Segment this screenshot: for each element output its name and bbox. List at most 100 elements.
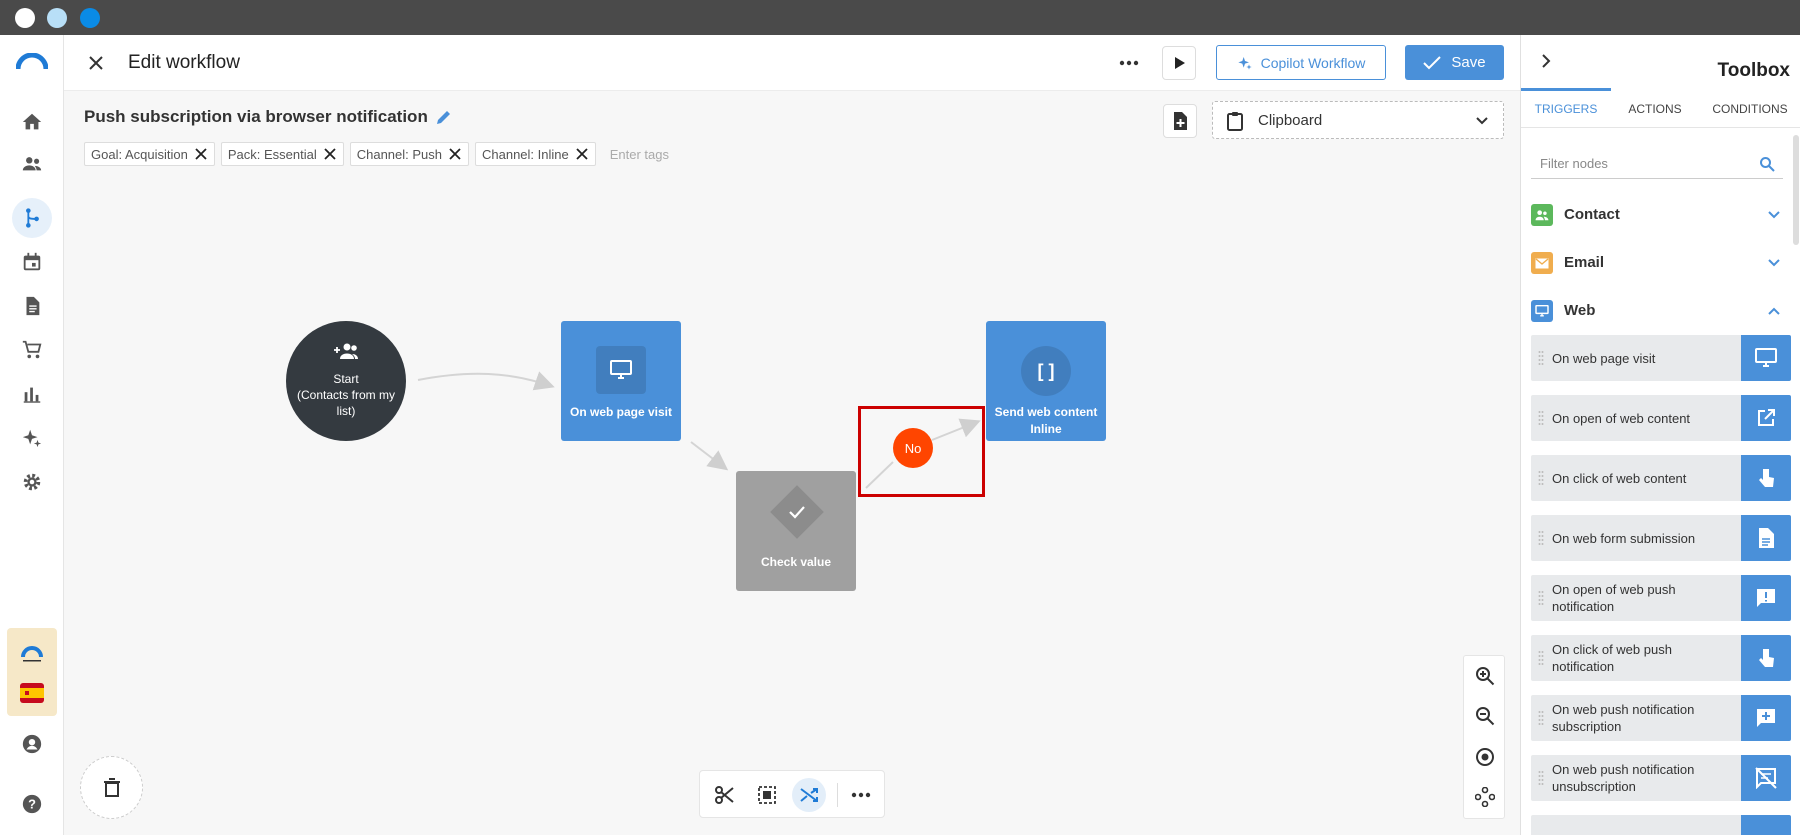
editor-header: Edit workflow Copilot Workflow Save xyxy=(64,35,1520,91)
nav-calendar[interactable] xyxy=(12,242,52,282)
nav-documents[interactable] xyxy=(12,286,52,326)
fit-nodes-button[interactable] xyxy=(1473,785,1497,809)
send-web-content-node[interactable]: [ ] Send web content Inline xyxy=(986,321,1106,441)
window-titlebar xyxy=(0,0,1800,35)
close-icon[interactable] xyxy=(323,147,337,161)
category-contact[interactable]: Contact xyxy=(1531,201,1786,231)
close-icon[interactable] xyxy=(194,147,208,161)
select-all-button[interactable] xyxy=(750,778,784,812)
account-badge[interactable] xyxy=(7,628,57,716)
category-email[interactable]: Email xyxy=(1531,249,1786,279)
close-icon[interactable] xyxy=(575,147,589,161)
nav-ai[interactable] xyxy=(12,418,52,458)
tags-bar: Goal: Acquisition Pack: Essential Channe… xyxy=(84,142,669,166)
toolbox-item-open-web-push[interactable]: On open of web push notification xyxy=(1531,575,1791,621)
pencil-icon[interactable] xyxy=(435,108,453,126)
start-node[interactable]: Start (Contacts from my list) xyxy=(286,321,406,441)
toolbox-item-label: On web page visit xyxy=(1552,350,1656,366)
clipboard-label: Clipboard xyxy=(1258,112,1323,129)
canvas-toolbar xyxy=(699,770,885,818)
drag-handle-icon[interactable] xyxy=(1538,410,1544,426)
drag-handle-icon[interactable] xyxy=(1538,350,1544,366)
drag-handle-icon[interactable] xyxy=(1538,470,1544,486)
tags-input[interactable]: Enter tags xyxy=(610,147,669,162)
start-node-line: Start xyxy=(333,372,359,386)
auto-layout-button[interactable] xyxy=(792,778,826,812)
chat-plus-icon xyxy=(1741,695,1791,741)
toolbox-item-click-web-push[interactable]: On click of web push notification xyxy=(1531,635,1791,681)
toolbox-panel: Toolbox TRIGGERS ACTIONS CONDITIONS Filt… xyxy=(1520,35,1800,835)
cut-button[interactable] xyxy=(708,778,742,812)
chevron-right-icon[interactable] xyxy=(1536,51,1556,71)
drag-handle-icon[interactable] xyxy=(1538,650,1544,666)
tab-conditions[interactable]: CONDITIONS xyxy=(1699,90,1800,128)
toolbox-item-click-web-content[interactable]: On click of web content xyxy=(1531,455,1791,501)
zoom-out-button[interactable] xyxy=(1473,704,1497,728)
clipboard-dropdown[interactable]: Clipboard xyxy=(1212,101,1504,139)
more-horizontal-icon xyxy=(1119,60,1139,66)
people-icon xyxy=(22,157,42,171)
copilot-workflow-button[interactable]: Copilot Workflow xyxy=(1216,45,1386,80)
close-icon[interactable] xyxy=(448,147,462,161)
zoom-in-button[interactable] xyxy=(1473,664,1497,688)
nav-reports[interactable] xyxy=(12,374,52,414)
send-web-content-line: Inline xyxy=(1030,422,1062,436)
more-options-button[interactable] xyxy=(1114,49,1144,77)
start-node-line: (Contacts from my xyxy=(296,388,395,402)
tab-triggers[interactable]: TRIGGERS xyxy=(1521,90,1611,128)
save-button[interactable]: Save xyxy=(1405,45,1504,80)
more-tools-button[interactable] xyxy=(844,778,878,812)
nav-home[interactable] xyxy=(12,102,52,142)
account-circle-icon xyxy=(22,734,42,754)
window-minimize-dot[interactable] xyxy=(47,8,67,28)
zoom-out-icon xyxy=(1476,707,1495,726)
toolbox-item-web-form-submission[interactable]: On web form submission xyxy=(1531,515,1791,561)
tag-chip: Goal: Acquisition xyxy=(84,142,215,166)
sparkle-icon xyxy=(22,429,42,448)
window-close-dot[interactable] xyxy=(15,8,35,28)
start-node-label: Start (Contacts from my list) xyxy=(296,371,396,419)
toolbox-item-web-push-subscription[interactable]: On web push notification subscription xyxy=(1531,695,1791,741)
toolbox-scrollbar[interactable] xyxy=(1793,135,1799,245)
drag-handle-icon[interactable] xyxy=(1538,770,1544,786)
delete-drop-zone[interactable] xyxy=(80,756,143,819)
tag-label: Channel: Push xyxy=(356,146,442,162)
drag-handle-icon[interactable] xyxy=(1538,530,1544,546)
web-page-visit-label: On web page visit xyxy=(569,405,673,419)
shuffle-icon xyxy=(800,788,818,802)
calendar-icon xyxy=(23,252,41,271)
document-icon xyxy=(26,296,40,316)
check-value-node[interactable]: Check value xyxy=(736,471,856,591)
toolbox-item-web-page-visit[interactable]: On web page visit xyxy=(1531,335,1791,381)
save-label: Save xyxy=(1451,54,1486,71)
drag-handle-icon[interactable] xyxy=(1538,590,1544,606)
chevron-down-icon xyxy=(1476,117,1488,125)
toolbox-item-partial[interactable] xyxy=(1531,815,1791,835)
center-view-button[interactable] xyxy=(1473,745,1497,769)
tag-label: Channel: Inline xyxy=(482,146,569,162)
add-note-button[interactable] xyxy=(1163,104,1197,138)
web-page-visit-node[interactable]: On web page visit xyxy=(561,321,681,441)
run-test-button[interactable] xyxy=(1162,46,1196,80)
filter-nodes-input[interactable]: Filter nodes xyxy=(1531,149,1783,179)
tab-actions[interactable]: ACTIONS xyxy=(1611,90,1699,128)
brand-logo[interactable] xyxy=(16,53,48,71)
nav-settings[interactable] xyxy=(12,462,52,502)
workflow-name[interactable]: Push subscription via browser notificati… xyxy=(84,107,428,127)
clipboard-icon xyxy=(1227,112,1243,131)
window-maximize-dot[interactable] xyxy=(80,8,100,28)
close-editor-button[interactable] xyxy=(82,49,110,77)
pointer-icon xyxy=(1741,455,1791,501)
drag-handle-icon[interactable] xyxy=(1538,710,1544,726)
nav-commerce[interactable] xyxy=(12,330,52,370)
category-web[interactable]: Web xyxy=(1531,297,1786,327)
monitor-icon xyxy=(1531,300,1553,322)
brackets-icon: [ ] xyxy=(1021,346,1071,396)
nav-contacts[interactable] xyxy=(12,144,52,184)
nav-help[interactable]: ? xyxy=(12,784,52,824)
nav-workflows[interactable] xyxy=(12,198,52,238)
toolbox-item-web-push-unsubscription[interactable]: On web push notification unsubscription xyxy=(1531,755,1791,801)
nav-profile[interactable] xyxy=(12,724,52,764)
svg-text:?: ? xyxy=(28,797,36,812)
toolbox-item-open-web-content[interactable]: On open of web content xyxy=(1531,395,1791,441)
